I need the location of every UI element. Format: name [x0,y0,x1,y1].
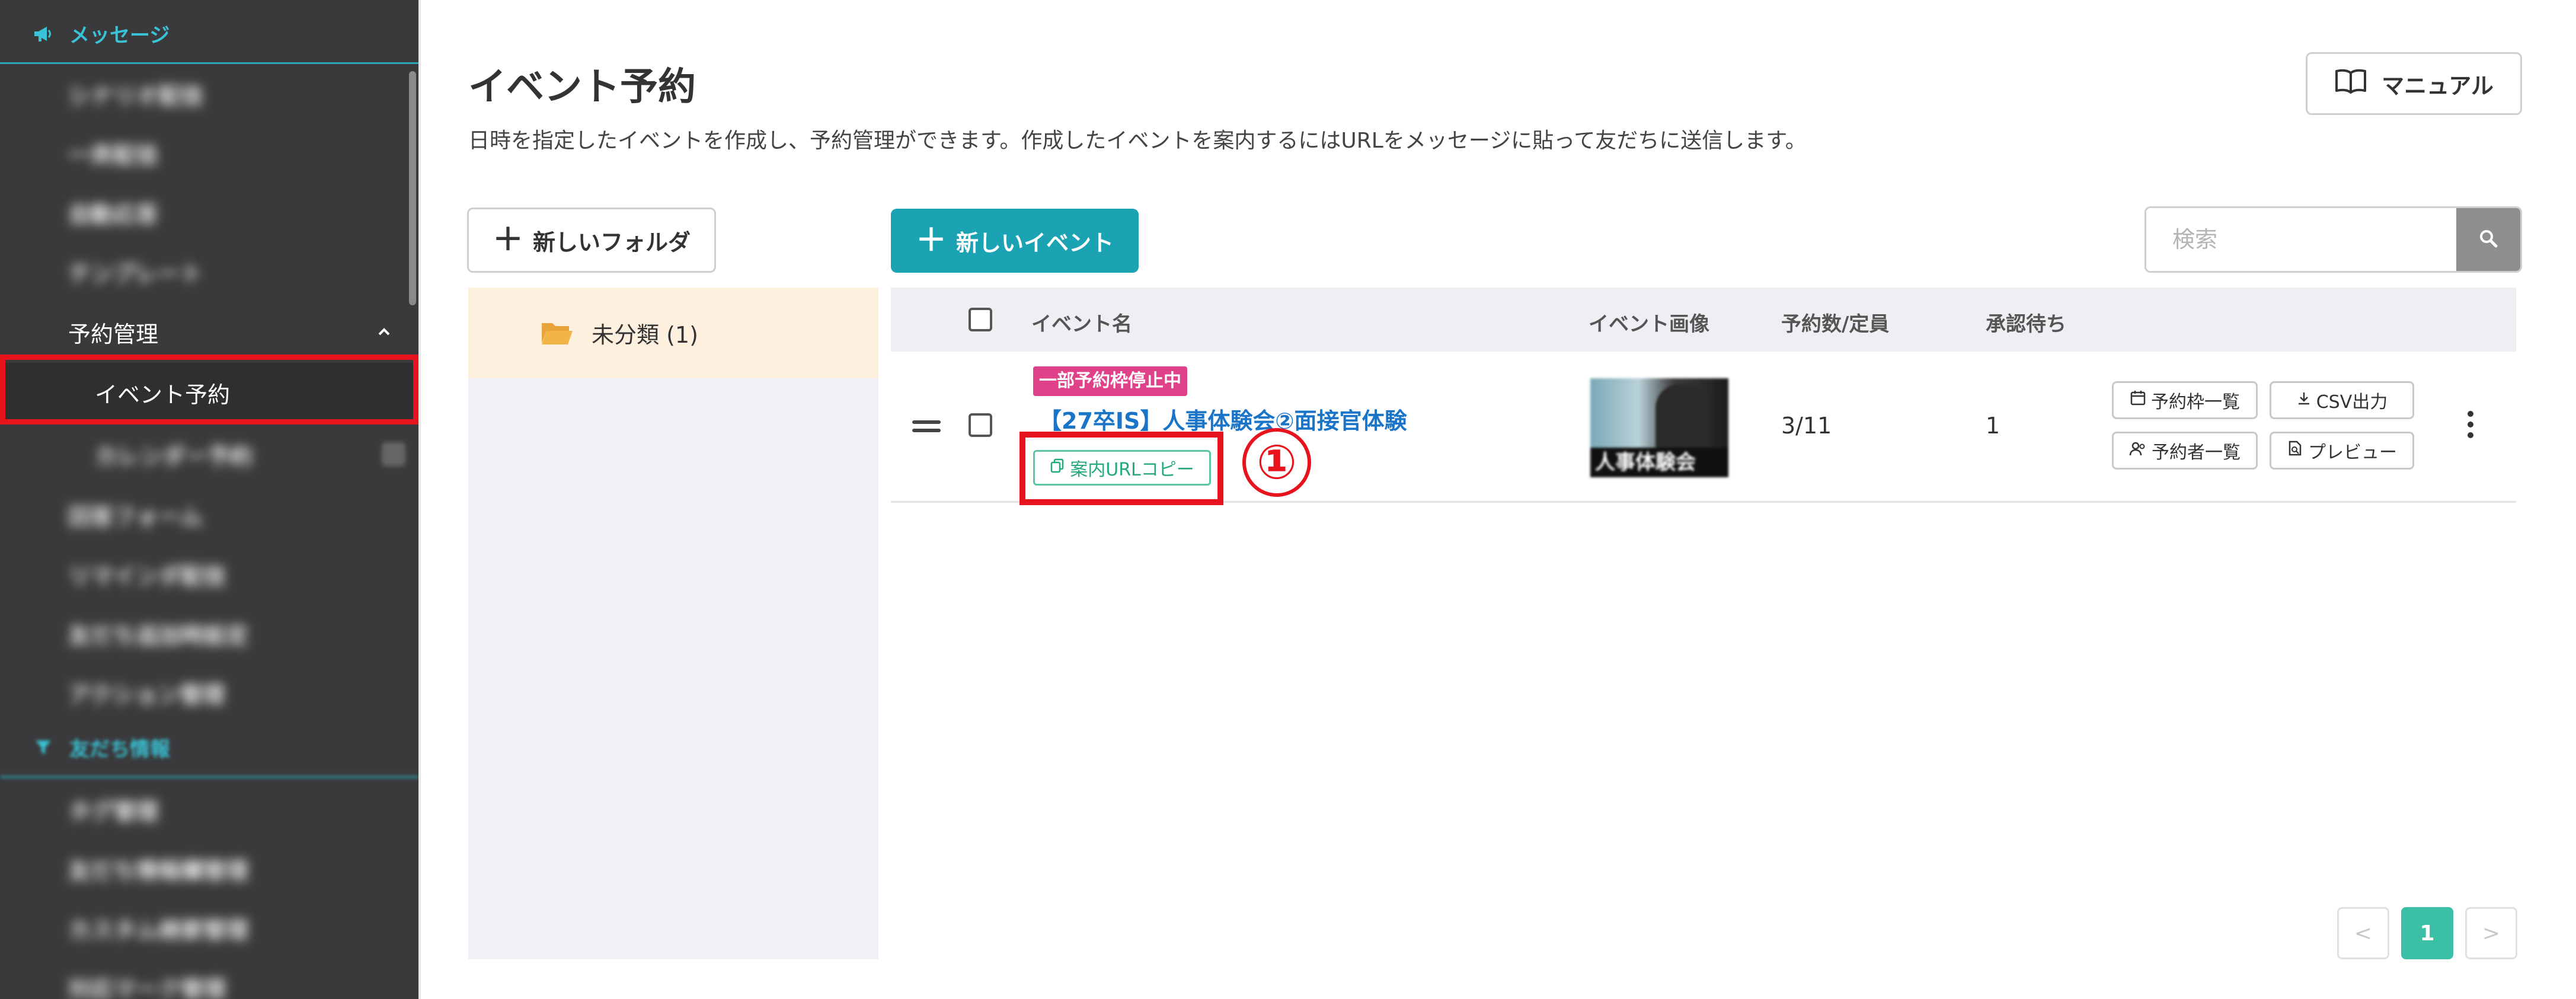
folder-pane: 未分類 (1) [468,288,878,959]
column-header-pending: 承認待ち [1986,312,2066,336]
sidebar-item-label: 回答フォーム [68,503,203,530]
csv-export-label: CSV出力 [2316,392,2388,413]
search-box [2144,206,2522,273]
page-title: イベント予約 [468,65,696,109]
new-event-button[interactable]: ＋ 新しいイベント [891,209,1139,273]
sidebar-item-label: タグ管理 [68,798,159,825]
sidebar-item-label: カスタム検索管理 [68,917,249,943]
manual-button-label: マニュアル [2382,72,2494,99]
thumbnail-caption: 人事体験会 [1590,448,1728,477]
column-header-image: イベント画像 [1589,312,1709,336]
new-folder-button[interactable]: ＋ 新しいフォルダ [467,208,716,273]
search-icon [2478,228,2498,251]
sidebar-item-label: カレンダー予約 [95,443,253,470]
reserver-list-label: 予約者一覧 [2152,442,2241,463]
book-icon [2334,68,2367,100]
sidebar-item-friend-fields[interactable]: 友だち情報欄管理 [0,839,418,898]
page-description: 日時を指定したイベントを作成し、予約管理ができます。作成したイベントを案内するに… [468,129,1807,153]
drag-handle-icon[interactable] [912,420,941,437]
row-checkbox[interactable] [969,413,992,437]
sidebar-section-friends[interactable]: 友だち情報 [0,719,418,778]
sidebar-item-scenario[interactable]: シナリオ配信 [0,64,418,123]
plus-icon: ＋ [915,223,947,258]
csv-export-button[interactable]: CSV出力 [2270,381,2414,419]
sidebar-item-event-reservation[interactable]: イベント予約 [0,363,418,422]
sidebar-item-tags[interactable]: タグ管理 [0,780,418,839]
sidebar-item-label: アクション管理 [68,681,225,708]
users-icon [2129,441,2147,461]
sidebar-item-label: テンプレート [68,260,203,287]
sidebar-scrollbar[interactable] [409,71,416,305]
reserver-list-button[interactable]: 予約者一覧 [2112,432,2258,470]
filter-icon [33,737,54,758]
slot-list-label: 予約枠一覧 [2151,392,2240,413]
sidebar-item-custom-search[interactable]: カスタム検索管理 [0,898,418,957]
calendar-icon [382,442,405,466]
sidebar-item-template[interactable]: テンプレート [0,242,418,301]
sidebar-section-message-label: メッセージ [69,24,170,47]
column-header-name: イベント名 [1031,312,1132,336]
sidebar-item-label: 自動応答 [68,201,159,228]
sidebar-item-answer-form[interactable]: 回答フォーム [0,485,418,544]
megaphone-icon [33,23,54,44]
folder-item-uncategorized[interactable]: 未分類 (1) [468,288,878,378]
divider [418,0,421,999]
sidebar-item-label: 対応マーク管理 [68,976,226,999]
sidebar-section-friends-label: 友だち情報 [69,738,170,761]
sidebar-item-label: 予約管理 [68,321,159,347]
download-icon [2296,390,2312,411]
preview-button[interactable]: プレビュー [2270,432,2414,470]
new-folder-label: 新しいフォルダ [533,229,691,256]
preview-icon [2287,440,2303,461]
new-event-label: 新しいイベント [956,229,1114,256]
pagination-next-button[interactable]: > [2465,907,2517,959]
step-marker: ① [1242,428,1311,497]
sidebar-item-calendar-reservation[interactable]: カレンダー予約 [0,425,418,484]
search-button[interactable] [2456,208,2520,271]
chevron-up-icon [373,321,395,343]
sidebar-item-status-marks[interactable]: 対応マーク管理 [0,957,418,999]
select-all-checkbox[interactable] [969,308,992,331]
pagination-prev-button[interactable]: < [2337,907,2389,959]
preview-label: プレビュー [2308,442,2397,463]
pagination-page-1[interactable]: 1 [2401,907,2453,959]
sidebar-item-label: リマインダ配信 [68,563,226,589]
reservations-count: 3/11 [1781,413,1832,439]
sidebar-item-label: イベント予約 [95,381,231,408]
event-image-thumbnail: 人事体験会 [1590,378,1728,477]
more-options-icon[interactable] [2468,411,2476,443]
sidebar-item-friend-add-settings[interactable]: 友だち追加時設定 [0,604,418,663]
folder-label: 未分類 (1) [592,322,698,348]
folder-open-icon [541,320,574,347]
sidebar-item-label: 友だち情報欄管理 [68,857,249,884]
manual-button[interactable]: マニュアル [2306,52,2522,115]
sidebar-item-reservation-group[interactable]: 予約管理 [0,302,418,362]
column-header-reservations: 予約数/定員 [1781,312,1890,336]
sidebar-item-auto-reply[interactable]: 自動応答 [0,183,418,242]
sidebar-item-action[interactable]: アクション管理 [0,663,418,722]
table-header: イベント名 イベント画像 予約数/定員 承認待ち [891,288,2516,352]
calendar-icon [2130,390,2146,411]
plus-icon: ＋ [492,222,523,258]
sidebar-item-label: 一斉配信 [68,142,159,168]
sidebar-item-label: 友だち追加時設定 [68,622,249,649]
sidebar-item-broadcast[interactable]: 一斉配信 [0,123,418,183]
sidebar-item-reminder[interactable]: リマインダ配信 [0,544,418,604]
search-input[interactable] [2146,208,2456,271]
slot-list-button[interactable]: 予約枠一覧 [2112,381,2258,419]
sidebar-section-message[interactable]: メッセージ [0,5,418,64]
pending-count: 1 [1986,413,2000,439]
sidebar: メッセージ シナリオ配信 一斉配信 自動応答 テンプレート 予約管理 イベント予… [0,0,418,999]
sidebar-item-label: シナリオ配信 [68,82,204,109]
highlight-box-copy-url [1019,432,1223,505]
event-name-link[interactable]: 【27卒IS】人事体験会②面接官体験 [1039,403,1407,435]
status-badge: 一部予約枠停止中 [1033,366,1187,396]
